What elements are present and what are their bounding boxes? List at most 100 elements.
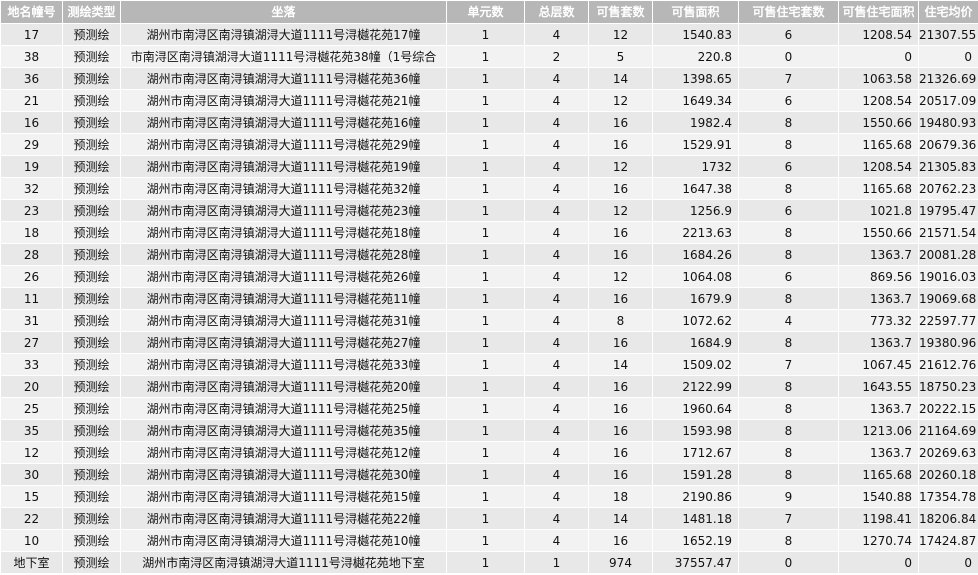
cell-building-no: 31 (0, 309, 63, 332)
cell-location: 湖州市南浔区南浔镇湖浔大道1111号浔樾花苑22幢 (120, 507, 447, 530)
cell-building-no: 30 (0, 463, 63, 486)
cell-residential-count: 7 (738, 353, 839, 376)
cell-location: 湖州市南浔区南浔镇湖浔大道1111号浔樾花苑20幢 (120, 375, 447, 398)
cell-residential-count: 8 (738, 331, 839, 354)
cell-survey-type: 预测绘 (62, 243, 121, 266)
cell-units: 1 (446, 485, 525, 508)
cell-residential-area: 1540.88 (838, 485, 919, 508)
cell-survey-type: 预测绘 (62, 155, 121, 178)
cell-residential-area: 1363.7 (838, 287, 919, 310)
sales-table: 地名幢号 测绘类型 坐落 单元数 总层数 可售套数 可售面积 可售住宅套数 可售住宅面积 住宅均价… (0, 0, 978, 574)
cell-saleable-count: 12 (588, 23, 653, 46)
cell-residential-count: 8 (738, 529, 839, 552)
cell-building-no: 19 (0, 155, 63, 178)
cell-saleable-count: 974 (588, 551, 653, 574)
cell-building-no: 36 (0, 67, 63, 90)
cell-survey-type: 预测绘 (62, 397, 121, 420)
table-header: 地名幢号 测绘类型 坐落 单元数 总层数 可售套数 可售面积 可售住宅套数 可售住宅面积 住宅均价 (0, 0, 978, 24)
cell-saleable-area: 1540.83 (652, 23, 739, 46)
cell-location: 湖州市南浔区南浔镇湖浔大道1111号浔樾花苑11幢 (120, 287, 447, 310)
cell-units: 1 (446, 287, 525, 310)
cell-floors: 4 (524, 485, 589, 508)
cell-floors: 4 (524, 375, 589, 398)
cell-location: 湖州市南浔区南浔镇湖浔大道1111号浔樾花苑31幢 (120, 309, 447, 332)
cell-survey-type: 预测绘 (62, 111, 121, 134)
cell-building-no: 27 (0, 331, 63, 354)
cell-location: 湖州市南浔区南浔镇湖浔大道1111号浔樾花苑15幢 (120, 485, 447, 508)
cell-residential-area: 1363.7 (838, 331, 919, 354)
table-row: 12 预测绘 湖州市南浔区南浔镇湖浔大道1111号浔樾花苑12幢 1 4 16 1712.6… (0, 441, 978, 464)
cell-location: 湖州市南浔区南浔镇湖浔大道1111号浔樾花苑地下室 (120, 551, 447, 574)
cell-saleable-count: 16 (588, 441, 653, 464)
cell-saleable-count: 16 (588, 243, 653, 266)
cell-floors: 1 (524, 551, 589, 574)
cell-residential-count: 6 (738, 199, 839, 222)
cell-survey-type: 预测绘 (62, 485, 121, 508)
cell-avg-price: 19380.96 (918, 331, 978, 354)
cell-floors: 4 (524, 287, 589, 310)
cell-units: 1 (446, 397, 525, 420)
cell-residential-area: 1208.54 (838, 89, 919, 112)
header-building-no: 地名幢号 (0, 0, 63, 24)
cell-location: 湖州市南浔区南浔镇湖浔大道1111号浔樾花苑21幢 (120, 89, 447, 112)
header-residential-area: 可售住宅面积 (838, 0, 919, 24)
cell-units: 1 (446, 441, 525, 464)
cell-saleable-area: 2122.99 (652, 375, 739, 398)
table-row: 33 预测绘 湖州市南浔区南浔镇湖浔大道1111号浔樾花苑33幢 1 4 14 1509.0… (0, 353, 978, 376)
table-row: 地下室 预测绘 湖州市南浔区南浔镇湖浔大道1111号浔樾花苑地下室 1 1 974 3755… (0, 551, 978, 574)
cell-saleable-count: 16 (588, 133, 653, 156)
cell-avg-price: 20762.23 (918, 177, 978, 200)
cell-saleable-area: 1529.91 (652, 133, 739, 156)
cell-saleable-area: 1647.38 (652, 177, 739, 200)
cell-location: 湖州市南浔区南浔镇湖浔大道1111号浔樾花苑35幢 (120, 419, 447, 442)
cell-units: 1 (446, 353, 525, 376)
cell-saleable-count: 16 (588, 331, 653, 354)
table-row: 10 预测绘 湖州市南浔区南浔镇湖浔大道1111号浔樾花苑10幢 1 4 16 1652.1… (0, 529, 978, 552)
table-row: 25 预测绘 湖州市南浔区南浔镇湖浔大道1111号浔樾花苑25幢 1 4 16 1960.6… (0, 397, 978, 420)
cell-location: 湖州市南浔区南浔镇湖浔大道1111号浔樾花苑16幢 (120, 111, 447, 134)
cell-units: 1 (446, 529, 525, 552)
cell-saleable-count: 5 (588, 45, 653, 68)
cell-floors: 4 (524, 507, 589, 530)
cell-residential-count: 6 (738, 155, 839, 178)
cell-floors: 4 (524, 463, 589, 486)
cell-avg-price: 20260.18 (918, 463, 978, 486)
cell-location: 湖州市南浔区南浔镇湖浔大道1111号浔樾花苑28幢 (120, 243, 447, 266)
header-location: 坐落 (120, 0, 447, 24)
cell-residential-area: 1643.55 (838, 375, 919, 398)
cell-saleable-area: 1679.9 (652, 287, 739, 310)
table-row: 19 预测绘 湖州市南浔区南浔镇湖浔大道1111号浔樾花苑19幢 1 4 12 1732 6 1… (0, 155, 978, 178)
cell-floors: 4 (524, 67, 589, 90)
cell-saleable-count: 8 (588, 309, 653, 332)
cell-floors: 4 (524, 23, 589, 46)
cell-avg-price: 20081.28 (918, 243, 978, 266)
cell-residential-count: 8 (738, 441, 839, 464)
cell-units: 1 (446, 243, 525, 266)
cell-units: 1 (446, 23, 525, 46)
cell-residential-area: 869.56 (838, 265, 919, 288)
cell-saleable-count: 16 (588, 419, 653, 442)
cell-saleable-area: 1684.26 (652, 243, 739, 266)
cell-saleable-area: 1593.98 (652, 419, 739, 442)
cell-units: 1 (446, 67, 525, 90)
cell-building-no: 25 (0, 397, 63, 420)
cell-location: 湖州市南浔区南浔镇湖浔大道1111号浔樾花苑25幢 (120, 397, 447, 420)
cell-avg-price: 21164.69 (918, 419, 978, 442)
header-units: 单元数 (446, 0, 525, 24)
cell-floors: 4 (524, 111, 589, 134)
cell-avg-price: 21305.83 (918, 155, 978, 178)
cell-building-no: 11 (0, 287, 63, 310)
cell-saleable-area: 1481.18 (652, 507, 739, 530)
cell-units: 1 (446, 221, 525, 244)
cell-residential-area: 1550.66 (838, 221, 919, 244)
cell-building-no: 29 (0, 133, 63, 156)
cell-residential-area: 773.32 (838, 309, 919, 332)
cell-building-no: 32 (0, 177, 63, 200)
cell-building-no: 26 (0, 265, 63, 288)
cell-residential-area: 1213.06 (838, 419, 919, 442)
cell-saleable-area: 1072.62 (652, 309, 739, 332)
cell-avg-price: 21612.76 (918, 353, 978, 376)
cell-location: 湖州市南浔区南浔镇湖浔大道1111号浔樾花苑26幢 (120, 265, 447, 288)
cell-residential-count: 6 (738, 23, 839, 46)
cell-units: 1 (446, 155, 525, 178)
